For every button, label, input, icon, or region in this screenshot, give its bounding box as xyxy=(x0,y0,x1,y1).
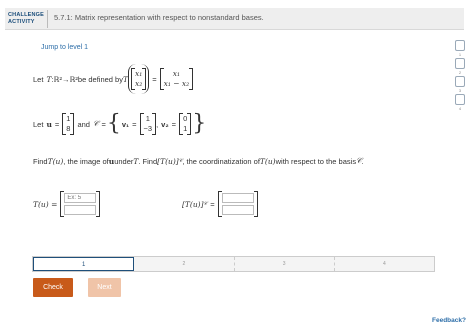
right-brace: } xyxy=(192,111,207,136)
answer-label-TuC: [T(u)] xyxy=(182,199,204,209)
level-progress-bar: 1 2 3 4 xyxy=(32,256,435,272)
math-v2: v₂ xyxy=(161,119,169,129)
matrix-entry: x₁ − x₂ xyxy=(163,79,190,88)
math-R2: ℝ² xyxy=(69,74,78,84)
matrix-entry: 0 xyxy=(183,114,188,123)
text: , the image of xyxy=(63,156,109,166)
feedback-link[interactable]: Feedback? xyxy=(432,317,466,324)
text: , the coordinatization of xyxy=(182,156,260,166)
equals: = xyxy=(132,119,137,129)
answer-input-TuC-1[interactable] xyxy=(221,193,254,203)
text: under xyxy=(114,156,134,166)
matrix-entry: −3 xyxy=(143,124,153,133)
text: . xyxy=(361,156,364,166)
progress-segment-3[interactable]: 3 xyxy=(235,257,335,271)
math-Tu: T(u) xyxy=(47,156,64,166)
text: be defined by xyxy=(77,74,123,84)
next-button[interactable]: Next xyxy=(88,278,121,297)
instructions: Find T(u) , the image of u under T . Fin… xyxy=(33,155,364,167)
answer-matrix-TuC xyxy=(217,191,258,217)
matrix-entry: 1 xyxy=(183,124,188,133)
answer-input-TuC-2[interactable] xyxy=(221,205,254,215)
matrix-entry: x₂ xyxy=(134,79,143,88)
math-TuC: [T(u)] xyxy=(157,156,179,166)
input-vector: x₁ x₂ xyxy=(130,68,147,90)
matrix-entry: 1 xyxy=(66,114,71,123)
level-indicators: 1 2 3 4 xyxy=(455,40,465,112)
progress-segment-1[interactable]: 1 xyxy=(33,257,135,271)
progress-segment-4[interactable]: 4 xyxy=(335,257,434,271)
jump-to-level-link[interactable]: Jump to level 1 xyxy=(41,44,88,51)
matrix-entry: 1 xyxy=(145,114,150,123)
v2-vector: 0 1 xyxy=(179,113,192,135)
equals: = xyxy=(171,119,177,129)
matrix-entry: x₁ xyxy=(172,69,181,78)
matrix-entry: x₁ xyxy=(134,69,143,78)
math-Tu: T(u) xyxy=(259,156,276,166)
math-C: 𝒞 xyxy=(92,119,99,128)
challenge-activity-tag: CHALLENGE ACTIVITY xyxy=(5,8,47,30)
level-box-2[interactable] xyxy=(455,58,465,69)
v1-vector: 1 −3 xyxy=(139,113,157,135)
left-brace: { xyxy=(106,111,121,136)
progress-segment-2[interactable]: 2 xyxy=(134,257,235,271)
text: with respect to the basis xyxy=(275,156,357,166)
transformation-definition: Let T : ℝ² → ℝ² be defined by T x₁ x₂ = … xyxy=(33,62,193,96)
answer-TuC: [T(u)] 𝒞 = xyxy=(182,190,258,218)
math-u: u xyxy=(46,119,52,129)
text: Let xyxy=(33,119,44,129)
vector-and-basis: Let u = 1 8 and 𝒞 = { v₁ = 1 −3 , v₂ = 0… xyxy=(33,108,207,140)
equals: = xyxy=(101,119,106,129)
activity-title: 5.7.1: Matrix representation with respec… xyxy=(54,13,264,22)
tag-line-2: ACTIVITY xyxy=(8,19,35,25)
text: Let xyxy=(33,74,44,84)
matrix-entry: 8 xyxy=(66,124,71,133)
header-divider xyxy=(47,10,48,28)
equals: = xyxy=(152,74,157,84)
text: and xyxy=(77,119,90,129)
parenthesis-group: x₁ x₂ xyxy=(127,64,150,94)
activity-header: CHALLENGE ACTIVITY 5.7.1: Matrix represe… xyxy=(5,8,464,30)
level-number: 4 xyxy=(458,106,462,111)
level-box-4[interactable] xyxy=(455,94,465,105)
answer-matrix-Tu xyxy=(60,191,101,217)
check-button[interactable]: Check xyxy=(33,278,73,297)
equals: = xyxy=(210,199,215,209)
text: . Find xyxy=(138,156,158,166)
subscript-C: 𝒞 xyxy=(203,201,208,207)
text: Find xyxy=(33,156,48,166)
tag-line-1: CHALLENGE xyxy=(8,12,45,18)
answer-label-Tu: T(u) = xyxy=(33,199,58,209)
math-R2: ℝ² xyxy=(53,74,62,84)
output-vector: x₁ x₁ − x₂ xyxy=(159,68,194,90)
arrow: → xyxy=(61,74,70,84)
u-vector: 1 8 xyxy=(62,113,75,135)
answer-input-Tu-2[interactable] xyxy=(64,205,97,215)
level-box-1[interactable] xyxy=(455,40,465,51)
answer-Tu: T(u) = xyxy=(33,190,101,218)
level-box-3[interactable] xyxy=(455,76,465,87)
answer-input-Tu-1[interactable] xyxy=(64,193,97,203)
math-v1: v₁ xyxy=(121,119,130,129)
equals: = xyxy=(54,119,60,129)
comma: , xyxy=(156,119,159,129)
